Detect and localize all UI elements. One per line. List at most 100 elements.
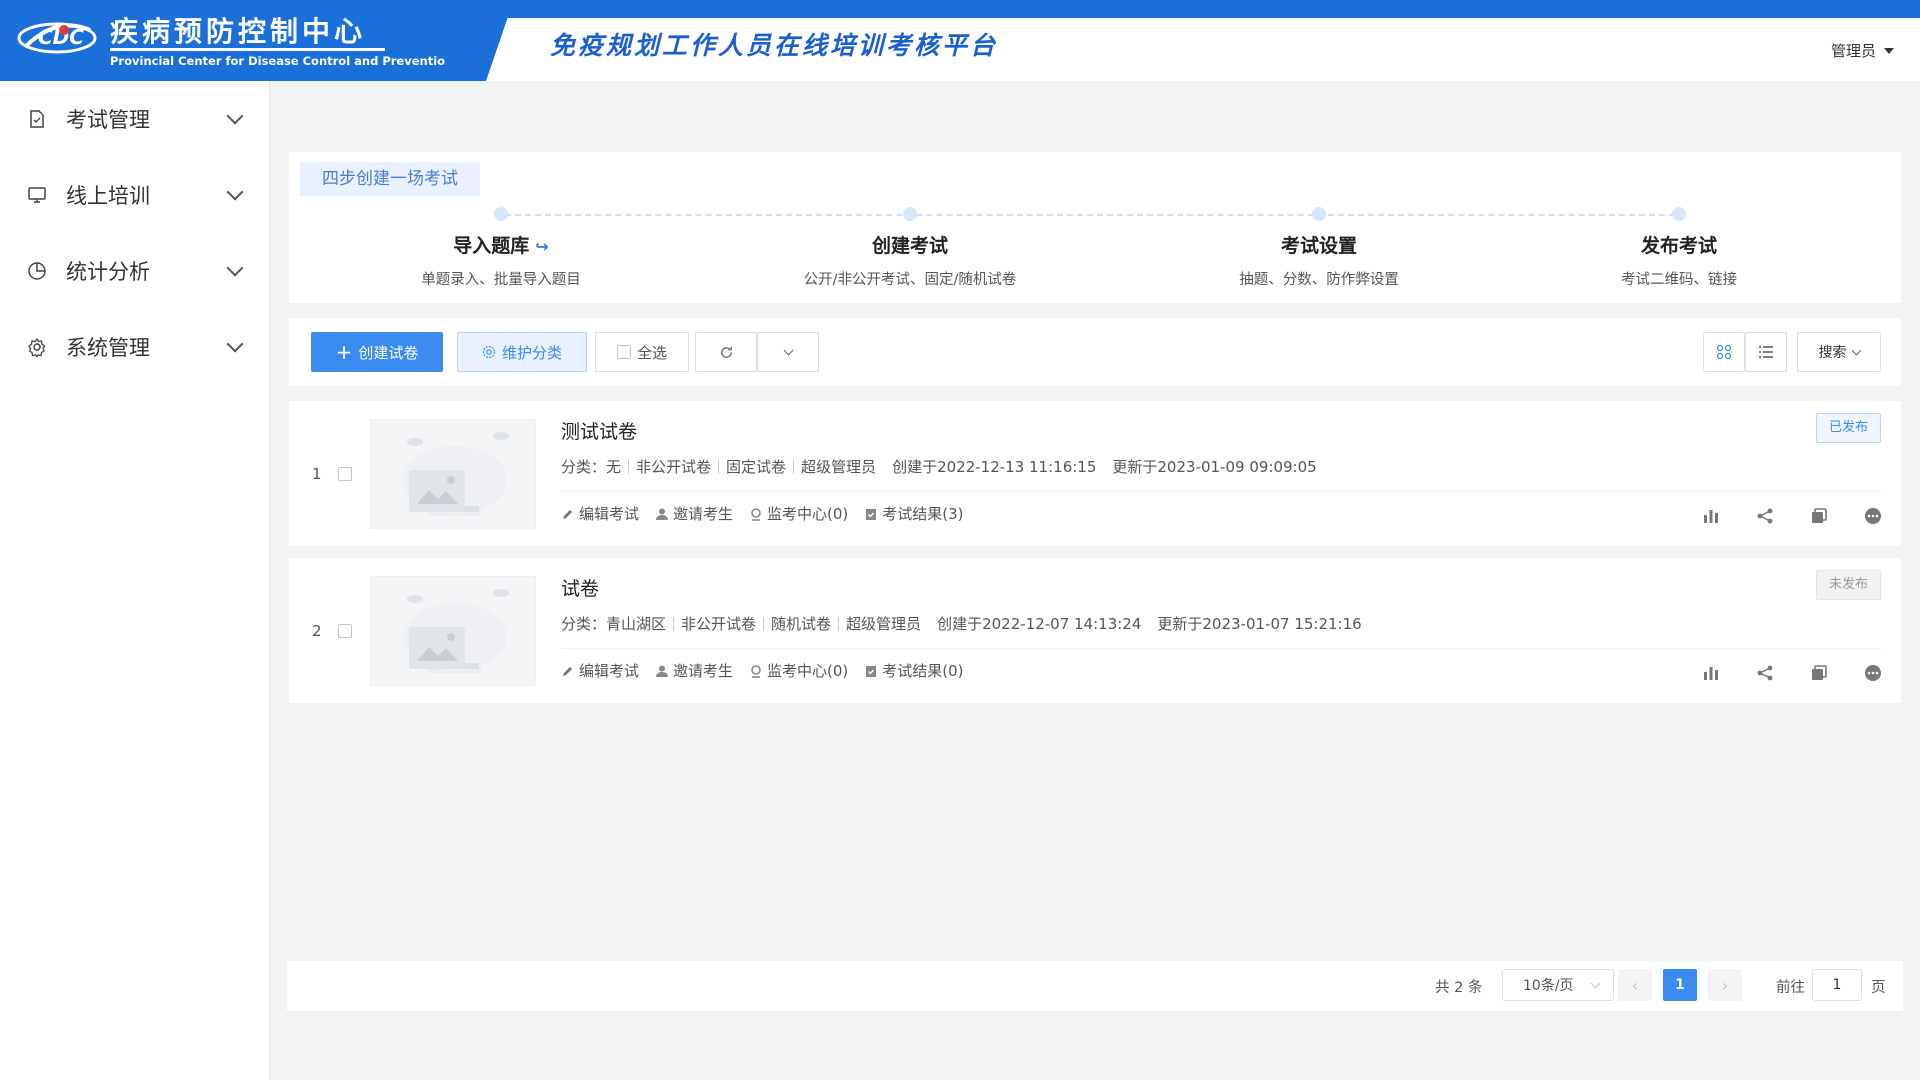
header-brand-panel: CDC 疾病预防控制中心 Provincial Center for Disea… [0,0,540,81]
chevron-down-icon [226,259,244,277]
exam-owner: 超级管理员 [846,615,922,633]
page-number-button[interactable]: 1 [1663,969,1697,1001]
steps-connector-line [505,214,1675,216]
sidebar-item-exam-management[interactable]: 考试管理 [0,81,269,157]
step-desc: 考试二维码、链接 [1621,272,1737,288]
exam-index: 1 [312,465,322,483]
exam-results-link[interactable]: 考试结果(0) [864,660,964,681]
gear-icon [482,345,496,359]
pagination: 共 2 条 10条/页 ‹ 1 › 前往 页 [287,961,1903,1011]
exam-list-item[interactable]: 1 测试试卷 分类：无 非公开试卷 固定试卷 超级管理员 创建于2022-12-… [289,401,1901,546]
chevron-down-icon [226,183,244,201]
pencil-icon [563,666,572,676]
prev-page-button[interactable]: ‹ [1618,969,1652,1001]
caret-down-icon [1884,47,1894,54]
sidebar-item-label: 统计分析 [66,260,150,284]
image-placeholder-icon [403,432,509,516]
step-title: 创建考试 [871,235,948,257]
select-all-checkbox[interactable]: 全选 [595,332,689,372]
exam-actions: 编辑考试 邀请考生 监考中心(0) 考试结果(0) [561,660,964,681]
page-size-select[interactable]: 10条/页 [1502,969,1614,1001]
exam-created: 创建于2022-12-07 14:13:24 [937,615,1142,633]
goto-page-input[interactable] [1812,969,1862,1001]
proctor-icon [751,507,761,521]
exam-title[interactable]: 试卷 [561,574,599,601]
platform-title: 免疫规划工作人员在线培训考核平台 [550,31,999,60]
exam-toolbar: + 创建试卷 维护分类 全选 搜索 [289,318,1901,386]
sidebar-item-label: 系统管理 [66,336,150,360]
edit-exam-link[interactable]: 编辑考试 [561,660,639,681]
sidebar-item-system-management[interactable]: 系统管理 [0,309,269,385]
exam-checkbox[interactable] [338,624,352,638]
more-icon[interactable] [1859,502,1887,530]
proctor-center-link[interactable]: 监考中心(0) [749,503,848,524]
user-icon [656,508,669,520]
exam-doc-icon [26,108,48,130]
redirect-arrow-icon[interactable]: ↪ [535,237,548,256]
exam-visibility: 非公开试卷 [636,458,712,476]
exam-index: 2 [312,622,322,640]
invite-candidates-link[interactable]: 邀请考生 [655,660,733,681]
step-desc: 抽题、分数、防作弊设置 [1239,272,1399,288]
bar-chart-icon[interactable] [1697,659,1725,687]
sidebar-item-statistics[interactable]: 统计分析 [0,233,269,309]
sidebar-item-label: 考试管理 [66,108,150,132]
more-icon[interactable] [1859,659,1887,687]
exam-visibility: 非公开试卷 [681,615,757,633]
exam-updated: 更新于2023-01-09 09:09:05 [1112,458,1317,476]
image-placeholder-icon [403,589,509,673]
proctor-icon [751,664,761,678]
list-view-icon [1759,346,1773,358]
bar-chart-icon[interactable] [1697,502,1725,530]
chevron-down-icon [1851,345,1861,355]
exam-list-item[interactable]: 2 试卷 分类：青山湖区 非公开试卷 随机试卷 超级管理员 创建于2022-12… [289,558,1901,703]
list-view-button[interactable] [1745,332,1787,372]
share-icon[interactable] [1751,659,1779,687]
monitor-icon [26,184,48,206]
logo-chinese-name: 疾病预防控制中心 [110,15,367,48]
exam-paper-type: 固定试卷 [726,458,787,476]
search-dropdown[interactable]: 搜索 [1797,332,1881,372]
exam-checkbox[interactable] [338,467,352,481]
page-unit-label: 页 [1871,980,1886,996]
app-header: CDC 疾病预防控制中心 Provincial Center for Disea… [0,0,1920,81]
status-badge: 已发布 [1815,413,1881,443]
plus-icon: + [335,340,353,364]
exam-results-link[interactable]: 考试结果(3) [864,503,964,524]
edit-exam-link[interactable]: 编辑考试 [561,503,639,524]
manage-category-button[interactable]: 维护分类 [457,332,587,372]
proctor-center-link[interactable]: 监考中心(0) [749,660,848,681]
create-paper-button[interactable]: + 创建试卷 [311,332,443,372]
sidebar-item-online-training[interactable]: 线上培训 [0,157,269,233]
status-badge: 未发布 [1815,570,1881,600]
user-menu[interactable]: 管理员 [1831,40,1894,61]
exam-category: 分类：无 [561,458,622,476]
step-import-question-bank[interactable]: 导入题库 ↪ 单题录入、批量导入题目 [341,207,661,289]
step-dot [1312,207,1326,221]
invite-candidates-link[interactable]: 邀请考生 [655,503,733,524]
copy-icon[interactable] [1805,659,1833,687]
exam-created: 创建于2022-12-13 11:16:15 [892,458,1097,476]
share-icon[interactable] [1751,502,1779,530]
more-options-dropdown[interactable] [757,332,819,372]
exam-meta: 分类：青山湖区 非公开试卷 随机试卷 超级管理员 创建于2022-12-07 1… [561,613,1362,634]
chevron-down-icon [226,335,244,353]
copy-icon[interactable] [1805,502,1833,530]
step-publish-exam: 发布考试 考试二维码、链接 [1519,207,1839,289]
exam-meta: 分类：无 非公开试卷 固定试卷 超级管理员 创建于2022-12-13 11:1… [561,456,1317,477]
checkbox [616,345,631,359]
pie-chart-icon [26,260,48,282]
next-page-button[interactable]: › [1708,969,1742,1001]
pagination-total: 共 2 条 [1435,980,1483,996]
exam-title[interactable]: 测试试卷 [561,417,637,444]
grid-view-button[interactable] [1703,332,1745,372]
step-dot [1672,207,1686,221]
chevron-down-icon [1590,978,1600,988]
divider [561,491,1881,492]
refresh-button[interactable] [695,332,757,372]
exam-paper-type: 随机试卷 [771,615,832,633]
sidebar-item-label: 线上培训 [66,184,150,208]
exam-updated: 更新于2023-01-07 15:21:16 [1157,615,1362,633]
divider [561,648,1881,649]
step-title: 发布考试 [1640,235,1717,257]
